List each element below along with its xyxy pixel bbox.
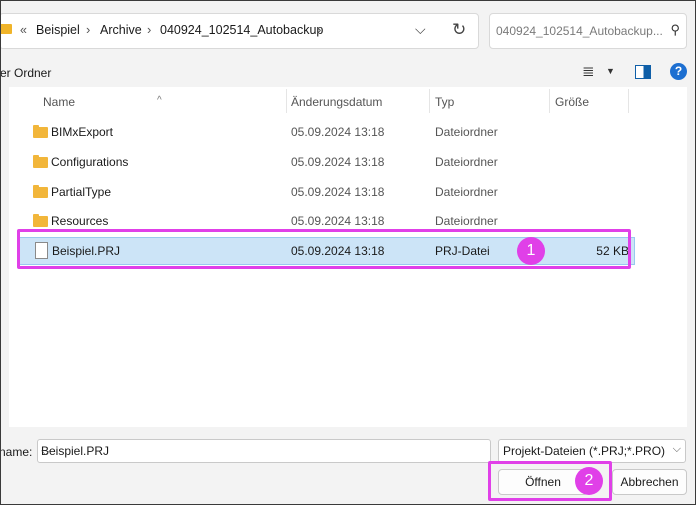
file-name: Resources [51, 214, 109, 228]
filename-label: name: [0, 445, 33, 459]
breadcrumb-archive[interactable]: Archive [100, 23, 142, 37]
filename-value[interactable]: Beispiel.PRJ [41, 444, 109, 458]
back-chevrons[interactable]: « [20, 23, 27, 37]
folder-icon [33, 214, 48, 227]
step-badge-1: 1 [517, 237, 545, 265]
breadcrumb-beispiel[interactable]: Beispiel [36, 23, 80, 37]
list-item[interactable]: PartialType 05.09.2024 13:18 Dateiordner [19, 179, 633, 205]
folder-icon [33, 185, 48, 198]
breadcrumb-separator: › [86, 22, 91, 37]
breadcrumb-autobackup[interactable]: 040924_102514_Autobackup [160, 23, 323, 37]
filetype-value[interactable]: Projekt-Dateien (*.PRJ;*.PRO) [503, 444, 665, 458]
chevron-down-icon[interactable]: ⌵ [415, 21, 426, 38]
chevron-down-icon[interactable]: ⌵ [673, 443, 681, 456]
breadcrumb-separator[interactable]: › [317, 22, 321, 37]
column-header-type[interactable]: Typ [435, 95, 454, 109]
file-date: 05.09.2024 13:18 [291, 155, 385, 169]
column-header-row: ^ Name Änderungsdatum Typ Größe [9, 87, 687, 115]
filename-field[interactable]: Beispiel.PRJ ⌵ [37, 439, 491, 463]
folder-icon [1, 24, 12, 34]
column-divider[interactable] [628, 89, 629, 113]
list-item[interactable]: Configurations 05.09.2024 13:18 Dateiord… [19, 149, 633, 175]
column-header-size[interactable]: Größe [555, 95, 589, 109]
view-list-icon[interactable]: ≣ [582, 62, 595, 80]
address-bar[interactable]: « Beispiel › Archive › 040924_102514_Aut… [1, 13, 479, 49]
file-name: BIMxExport [51, 125, 114, 139]
file-type: Dateiordner [435, 214, 498, 228]
search-box[interactable]: 040924_102514_Autobackup... ⚲ [489, 13, 687, 49]
chevron-down-icon[interactable]: ▼ [606, 66, 615, 76]
filetype-select[interactable]: Projekt-Dateien (*.PRJ;*.PRO) ⌵ [498, 439, 686, 463]
preview-pane-icon[interactable] [635, 65, 651, 79]
chevron-down-icon[interactable]: ⌵ [41, 444, 50, 459]
file-type: Dateiordner [435, 155, 498, 169]
column-divider[interactable] [429, 89, 430, 113]
cancel-button[interactable]: Abbrechen [612, 469, 687, 495]
file-open-dialog: « Beispiel › Archive › 040924_102514_Aut… [0, 0, 696, 505]
address-row: « Beispiel › Archive › 040924_102514_Aut… [1, 1, 695, 59]
folder-icon [33, 155, 48, 168]
folder-icon [33, 125, 48, 138]
sort-ascending-icon: ^ [157, 95, 162, 106]
step-badge-2: 2 [575, 467, 603, 495]
navigation-pane-edge [1, 87, 9, 427]
breadcrumb-separator: › [147, 22, 152, 37]
column-divider[interactable] [549, 89, 550, 113]
search-icon[interactable]: ⚲ [670, 22, 680, 38]
toolbar: er Ordner ≣ ▼ ? [1, 59, 695, 87]
column-header-name[interactable]: Name [43, 95, 75, 109]
search-input[interactable]: 040924_102514_Autobackup... [496, 24, 663, 38]
column-divider[interactable] [286, 89, 287, 113]
file-type: Dateiordner [435, 185, 498, 199]
refresh-icon[interactable]: ↻ [452, 20, 466, 40]
column-header-date[interactable]: Änderungsdatum [291, 95, 382, 109]
file-date: 05.09.2024 13:18 [291, 214, 385, 228]
new-folder-button[interactable]: er Ordner [1, 66, 51, 80]
file-date: 05.09.2024 13:18 [291, 125, 385, 139]
help-icon[interactable]: ? [670, 63, 687, 80]
file-name: Configurations [51, 155, 129, 169]
file-type: Dateiordner [435, 125, 498, 139]
file-name: PartialType [51, 185, 112, 199]
list-item[interactable]: BIMxExport 05.09.2024 13:18 Dateiordner [19, 119, 633, 145]
file-date: 05.09.2024 13:18 [291, 185, 385, 199]
